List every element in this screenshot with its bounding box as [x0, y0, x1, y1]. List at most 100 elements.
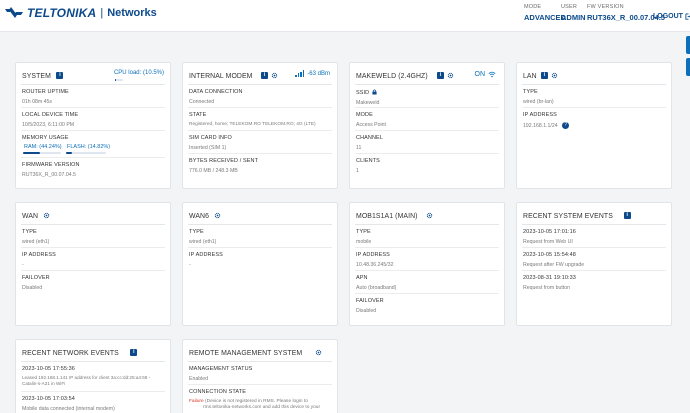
flash-label: FLASH: (14.82%)	[67, 144, 111, 150]
mobile-interface-card: MOB1S1A1 (MAIN) TYPE mobile IP ADDRESS 1…	[349, 202, 505, 326]
field-value: Enabled	[189, 376, 209, 382]
divider	[21, 130, 165, 131]
field-label: FAILOVER	[22, 275, 50, 281]
list-item: 2023-08-31 19:10:33 Request from button	[523, 275, 665, 291]
field-value: Makeweld	[356, 100, 380, 106]
field-label: SIM CARD INFO	[189, 135, 232, 141]
field-state: STATE Registered, home; TELEKOM.RO TELEK…	[188, 112, 332, 131]
gear-icon[interactable]	[214, 212, 221, 219]
field-value: -	[22, 262, 24, 268]
divider	[188, 107, 332, 108]
divider	[355, 224, 499, 225]
recent-network-events-card: RECENT NETWORK EVENTS i 2023-10-05 17:55…	[15, 339, 171, 413]
info-icon[interactable]: i	[130, 349, 138, 356]
card-title: REMOTE MANAGEMENT SYSTEM	[189, 348, 322, 357]
field-ssid: SSID Makeweld	[355, 89, 499, 108]
memory-bars: RAM: (44.24%) FLASH: (14.82%)	[22, 144, 164, 156]
gear-icon[interactable]	[43, 212, 50, 219]
divider	[522, 247, 666, 248]
gear-icon[interactable]	[551, 72, 558, 79]
side-panel-toggle[interactable]	[686, 36, 690, 54]
wan6-title: WAN6	[189, 211, 210, 220]
wifi-status[interactable]: ON	[475, 71, 497, 78]
field-label: FIRMWARE VERSION	[22, 162, 80, 168]
wifi-icon	[488, 71, 496, 78]
help-icon[interactable]: ?	[562, 122, 570, 129]
fw-label: FW VERSION	[587, 4, 624, 10]
event-text: Request from Web UI	[523, 239, 573, 245]
card-title: WAN	[22, 211, 50, 220]
divider	[188, 153, 332, 154]
brand-separator: |	[100, 7, 104, 19]
divider	[355, 130, 499, 131]
field-label: TYPE	[189, 229, 204, 235]
divider	[355, 107, 499, 108]
divider	[522, 84, 666, 85]
info-icon[interactable]: i	[623, 212, 631, 219]
info-icon[interactable]: i	[540, 72, 548, 79]
gear-icon[interactable]	[271, 72, 278, 79]
field-label: ROUTER UPTIME	[22, 89, 69, 95]
divider	[355, 247, 499, 248]
lock-icon	[372, 89, 377, 95]
list-item: 2023-10-05 17:55:36 Leased 192.168.1.141…	[21, 366, 165, 392]
gear-icon[interactable]	[426, 212, 433, 219]
field-label: TYPE	[523, 89, 538, 95]
divider	[188, 224, 332, 225]
state-text-2: rms.teltonika-networks.com and add this …	[203, 405, 321, 410]
logout-button[interactable]: LOGOUT	[653, 13, 690, 20]
mode-value[interactable]: ADVANCED	[524, 13, 566, 22]
field-value: 1	[356, 168, 359, 174]
cpu-load: CPU load: (10.5%)	[114, 70, 164, 81]
field-label: MEMORY USAGE	[22, 135, 69, 141]
field-label: IP ADDRESS	[523, 112, 557, 118]
event-time: 2023-10-05 17:03:54	[22, 396, 75, 402]
field-sim: SIM CARD INFO Inserted (SIM 1)	[188, 135, 332, 154]
wan6-card: WAN6 TYPE wired (eth1) IP ADDRESS -	[182, 202, 338, 326]
field-data-connection: DATA CONNECTION Connected	[188, 89, 332, 108]
field-clients: CLIENTS 1	[356, 158, 498, 174]
event-time: 2023-08-31 19:10:33	[523, 275, 576, 281]
failure-text: Failure	[189, 399, 204, 404]
info-icon[interactable]: i	[261, 72, 269, 79]
field-failover: FAILOVER Disabled	[356, 298, 498, 314]
field-label: APN	[356, 275, 368, 281]
event-time: 2023-10-05 15:54:48	[523, 252, 576, 258]
field-value: RUT36X_R_00.07.04.5	[22, 172, 76, 178]
field-value: Registered, home; TELEKOM.RO TELEKOM.RO;…	[189, 122, 316, 127]
field-label: TYPE	[356, 229, 371, 235]
field-value: Auto (broadband)	[356, 285, 397, 291]
info-icon[interactable]: i	[56, 72, 64, 79]
ssid-label: SSID	[356, 90, 370, 96]
event-text: Mobile data connected (internal modem)	[22, 406, 115, 412]
info-icon[interactable]: i	[436, 72, 444, 79]
event-text: Leased 192.168.1.141 IP address for clie…	[22, 375, 151, 380]
divider	[522, 224, 666, 225]
gear-icon[interactable]	[315, 349, 322, 356]
teltonika-logo[interactable]: TELTONIKA | Networks	[4, 6, 157, 20]
brand-name: TELTONIKA	[27, 6, 97, 20]
logout-icon	[685, 13, 690, 20]
gear-icon[interactable]	[447, 72, 454, 79]
side-panel-toggle-2[interactable]	[686, 58, 690, 76]
field-type: TYPE mobile	[355, 229, 499, 248]
lan-title: LAN	[523, 71, 537, 80]
divider	[522, 107, 666, 108]
recent-system-events-card: RECENT SYSTEM EVENTS i 2023-10-05 17:01:…	[516, 202, 672, 326]
field-type: TYPE wired (eth1)	[188, 229, 332, 248]
dashboard-page: TELTONIKA | Networks MODE ADVANCED USER …	[0, 0, 690, 413]
field-value: Disabled	[356, 308, 377, 314]
signal-icon	[295, 70, 305, 77]
card-title: MOB1S1A1 (MAIN)	[356, 211, 433, 220]
field-value: Inserted (SIM 1)	[189, 145, 227, 151]
list-item: 2023-10-05 15:54:48 Request after FW upg…	[522, 252, 666, 271]
mode-label: MODE	[524, 4, 542, 10]
sys-events-title: RECENT SYSTEM EVENTS	[523, 211, 613, 220]
field-bytes: BYTES RECEIVED / SENT 776.0 MB / 248.3 M…	[189, 158, 331, 174]
field-label: IP ADDRESS	[189, 252, 223, 258]
field-mode: MODE Access Point	[355, 112, 499, 131]
field-value: 10.48.36.245/32	[356, 262, 394, 268]
user-value[interactable]: ADMIN	[561, 13, 586, 22]
logout-label: LOGOUT	[653, 13, 683, 20]
field-ip: IP ADDRESS 10.48.36.245/32	[355, 252, 499, 271]
